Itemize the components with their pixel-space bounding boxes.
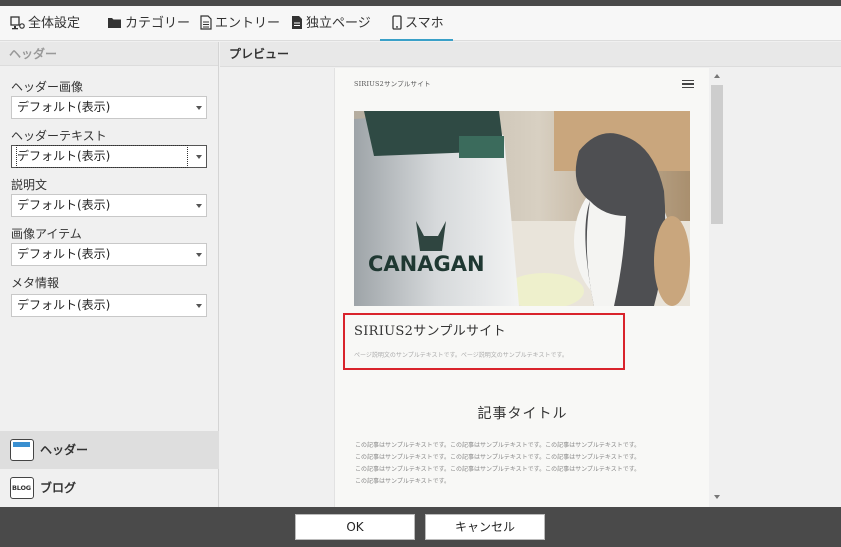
header-image-select[interactable]: デフォルト(表示) xyxy=(11,96,207,119)
image-item-select[interactable]: デフォルト(表示) xyxy=(11,243,207,266)
highlight-box xyxy=(343,313,625,370)
dialog-footer: OK キャンセル xyxy=(0,507,841,547)
select-value: デフォルト(表示) xyxy=(16,145,188,168)
settings-tabs: 全体設定 カテゴリー エントリー 独立ページ スマホ xyxy=(0,6,841,41)
header-image: CANAGAN xyxy=(354,111,690,306)
folder-icon xyxy=(108,18,121,28)
tab-static-page[interactable]: 独立ページ xyxy=(291,6,371,41)
tab-general-settings[interactable]: 全体設定 xyxy=(10,6,80,41)
chevron-down-icon xyxy=(196,253,202,257)
nav-item-label: ブログ xyxy=(40,481,77,495)
nav-item-blog[interactable]: BLOG ブログ xyxy=(0,469,219,507)
preview-scrollbar[interactable] xyxy=(709,68,726,507)
header-layout-icon xyxy=(10,439,34,461)
blog-icon: BLOG xyxy=(10,477,34,499)
nav-item-label: ヘッダー xyxy=(40,443,89,457)
header-image-label: ヘッダー画像 xyxy=(11,80,84,94)
meta-info-label: メタ情報 xyxy=(11,276,60,290)
select-value: デフォルト(表示) xyxy=(17,298,111,312)
document-icon xyxy=(200,15,212,30)
page-icon xyxy=(292,16,302,29)
tab-label: スマホ xyxy=(405,16,444,31)
select-value: デフォルト(表示) xyxy=(17,100,111,114)
scroll-up-icon[interactable] xyxy=(714,74,720,78)
cancel-button[interactable]: キャンセル xyxy=(425,514,545,540)
tab-category[interactable]: カテゴリー xyxy=(107,6,190,41)
preview-title: プレビュー xyxy=(220,42,841,67)
article-line: この記事はサンプルテキストです。この記事はサンプルテキストです。この記事はサンプ… xyxy=(355,442,641,449)
header-text-select[interactable]: デフォルト(表示) xyxy=(11,145,207,168)
ok-button[interactable]: OK xyxy=(295,514,415,540)
smartphone-preview: SIRIUS2サンプルサイト CANAGAN SIRIUS2サンプルサイト ペー… xyxy=(334,68,709,507)
tab-label: エントリー xyxy=(215,16,281,31)
tab-label: 全体設定 xyxy=(28,16,81,31)
article-title: 記事タイトル xyxy=(477,406,568,422)
article-line: この記事はサンプルテキストです。この記事はサンプルテキストです。この記事はサンプ… xyxy=(355,466,641,473)
cat-photo: CANAGAN xyxy=(354,111,690,306)
image-item-label: 画像アイテム xyxy=(11,227,82,241)
article-line: この記事はサンプルテキストです。 xyxy=(355,478,451,485)
chevron-down-icon xyxy=(196,304,202,308)
tab-smartphone[interactable]: スマホ xyxy=(380,6,453,41)
hero-brand-text: CANAGAN xyxy=(368,252,485,276)
description-label: 説明文 xyxy=(11,178,48,192)
meta-info-select[interactable]: デフォルト(表示) xyxy=(11,294,207,317)
article-body: この記事はサンプルテキストです。この記事はサンプルテキストです。この記事はサンプ… xyxy=(355,440,695,488)
section-title: ヘッダー xyxy=(0,42,218,66)
smartphone-icon xyxy=(392,15,402,30)
chevron-down-icon xyxy=(196,204,202,208)
tab-label: 独立ページ xyxy=(306,16,371,31)
tab-label: カテゴリー xyxy=(125,16,191,31)
description-select[interactable]: デフォルト(表示) xyxy=(11,194,207,217)
scrollbar-thumb[interactable] xyxy=(711,85,723,224)
tab-entry[interactable]: エントリー xyxy=(200,6,280,41)
hamburger-menu-icon[interactable] xyxy=(682,80,694,88)
select-value: デフォルト(表示) xyxy=(17,247,111,261)
monitor-settings-icon xyxy=(10,15,25,29)
blog-icon-text: BLOG xyxy=(12,484,31,492)
select-value: デフォルト(表示) xyxy=(17,198,111,212)
settings-panel: ヘッダー ヘッダー画像 デフォルト(表示) ヘッダーテキスト デフォルト(表示)… xyxy=(0,42,219,507)
nav-item-header[interactable]: ヘッダー xyxy=(0,431,219,469)
header-text-label: ヘッダーテキスト xyxy=(11,129,107,143)
scroll-down-icon[interactable] xyxy=(714,495,720,499)
article-line: この記事はサンプルテキストです。この記事はサンプルテキストです。この記事はサンプ… xyxy=(355,454,641,461)
chevron-down-icon xyxy=(196,106,202,110)
site-name-small: SIRIUS2サンプルサイト xyxy=(354,80,431,88)
chevron-down-icon xyxy=(196,155,202,159)
